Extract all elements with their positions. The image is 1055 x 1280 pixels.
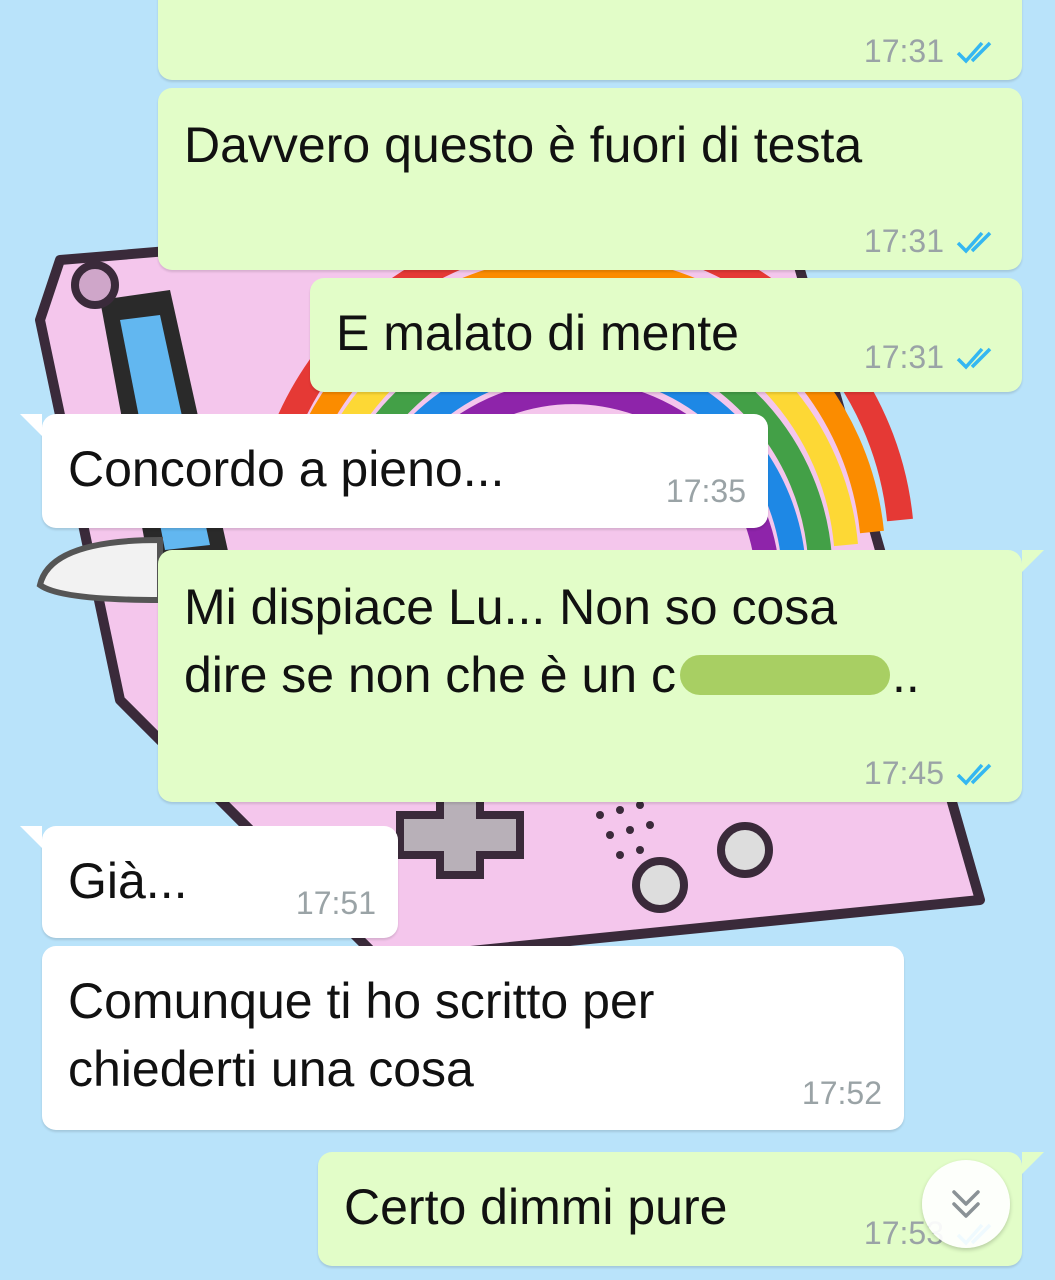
message-time: 17:31	[863, 223, 944, 259]
message-text-fragment: ..	[892, 647, 920, 703]
double-check-read-icon	[956, 231, 992, 254]
message-time: 17:35	[665, 473, 746, 509]
message-meta: 17:45	[864, 755, 1000, 792]
message-time: 17:31	[863, 33, 944, 69]
message-text-line1: Mi dispiace Lu... Non so cosa	[184, 579, 838, 635]
message-bubble-outgoing[interactable]: Certo dimmi pure 17:53	[318, 1152, 1044, 1266]
message-time: 17:51	[295, 885, 376, 921]
message-time: 17:52	[801, 1075, 882, 1111]
message-bubble-outgoing[interactable]: 17:31	[158, 0, 1022, 80]
double-chevron-down-icon	[952, 1190, 980, 1218]
message-text: Certo dimmi pure	[344, 1179, 728, 1235]
message-time: 17:31	[863, 339, 944, 375]
message-text: Già...	[68, 853, 188, 909]
message-bubble-outgoing[interactable]: E malato di mente 17:31	[310, 278, 1022, 392]
message-text-line2: chiederti una cosa	[68, 1041, 474, 1097]
message-bubble-incoming[interactable]: Comunque ti ho scritto per chiederti una…	[42, 946, 904, 1130]
message-meta: 17:31	[864, 223, 1000, 260]
message-meta: 17:35	[666, 473, 746, 510]
message-text-line1: Comunque ti ho scritto per	[68, 973, 655, 1029]
message-bubble-outgoing[interactable]: Mi dispiace Lu... Non so cosa dire se no…	[158, 550, 1044, 802]
message-text: Davvero questo è fuori di testa	[184, 117, 863, 173]
message-text-line2: dire se non che è un c..	[184, 642, 920, 708]
message-text-fragment: dire se non che è un c	[184, 647, 676, 703]
message-bubble-incoming[interactable]: Concordo a pieno... 17:35	[20, 414, 768, 528]
redaction-mark	[680, 654, 890, 695]
double-check-read-icon	[956, 41, 992, 64]
scroll-to-bottom-button[interactable]	[922, 1160, 1010, 1248]
message-meta: 17:51	[296, 885, 376, 922]
message-meta: 17:31	[864, 33, 1000, 70]
double-check-read-icon	[956, 763, 992, 786]
message-time: 17:45	[863, 755, 944, 791]
message-meta: 17:31	[864, 339, 1000, 376]
message-bubble-incoming[interactable]: Già... 17:51	[20, 826, 398, 938]
message-text: E malato di mente	[336, 305, 739, 361]
message-bubble-outgoing[interactable]: Davvero questo è fuori di testa 17:31	[158, 88, 1022, 270]
message-text: Concordo a pieno...	[68, 441, 505, 497]
double-check-read-icon	[956, 347, 992, 370]
message-meta: 17:52	[802, 1075, 882, 1112]
